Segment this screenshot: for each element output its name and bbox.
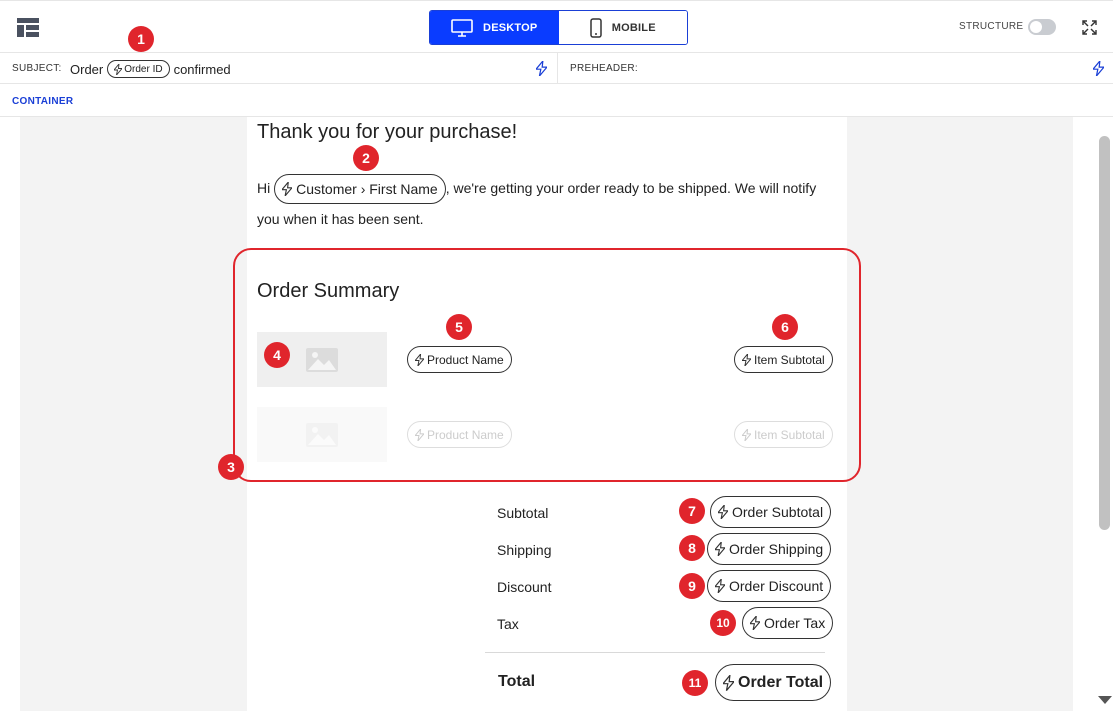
structure-label: STRUCTURE	[959, 21, 1024, 32]
customer-tag-label: Customer › First Name	[296, 181, 438, 198]
annotation-badge: 9	[679, 573, 705, 599]
discount-label: Discount	[497, 579, 552, 595]
insert-tag-bolt-icon[interactable]	[536, 61, 547, 76]
order-total-label: Order Total	[738, 673, 824, 691]
fullscreen-icon[interactable]	[1082, 20, 1097, 35]
order-total-tag[interactable]: Order Total	[715, 664, 832, 701]
order-subtotal-tag[interactable]: Order Subtotal	[710, 496, 832, 528]
total-label: Total	[498, 673, 536, 690]
annotation-badge: 5	[446, 314, 472, 340]
bolt-icon	[718, 505, 728, 519]
annotation-badge: 1	[128, 26, 154, 52]
annotation-badge: 6	[772, 314, 798, 340]
device-toggle: DESKTOP MOBILE	[429, 10, 688, 45]
monitor-icon	[451, 18, 473, 37]
totals-divider	[485, 652, 825, 653]
toggle-knob	[1030, 21, 1042, 33]
container-bar: CONTAINER	[0, 84, 1113, 117]
order-id-tag-label: Order ID	[124, 63, 163, 75]
annotation-badge: 3	[218, 454, 244, 480]
annotation-badge: 7	[679, 498, 705, 524]
email-paragraph[interactable]: Hi Customer › First Name , we're getting…	[257, 173, 837, 234]
scroll-down-arrow-icon[interactable]	[1098, 696, 1112, 704]
annotation-badge: 11	[682, 670, 708, 696]
preheader-label: PREHEADER:	[570, 63, 639, 74]
order-tax-label: Order Tax	[764, 615, 826, 631]
structure-toggle[interactable]	[1028, 19, 1056, 35]
order-discount-label: Order Discount	[729, 578, 824, 594]
subject-suffix: confirmed	[173, 61, 231, 77]
email-heading: Thank you for your purchase!	[257, 121, 518, 143]
order-shipping-tag[interactable]: Order Shipping	[707, 533, 832, 565]
annotation-badge: 2	[353, 145, 379, 171]
bolt-icon	[282, 182, 293, 197]
order-summary-highlight	[233, 248, 861, 482]
annotation-badge: 4	[264, 342, 290, 368]
order-discount-tag[interactable]: Order Discount	[707, 570, 832, 602]
scrollbar-thumb[interactable]	[1099, 136, 1110, 530]
subject-bar: SUBJECT: Order Order ID confirmed PREHEA…	[0, 53, 1113, 84]
greeting: Hi	[257, 180, 271, 196]
annotation-badge: 8	[679, 535, 705, 561]
phone-icon	[590, 17, 602, 38]
top-toolbar: DESKTOP MOBILE STRUCTURE	[0, 0, 1113, 53]
order-subtotal-label: Order Subtotal	[732, 504, 824, 520]
mobile-label: MOBILE	[611, 21, 656, 34]
mobile-button[interactable]: MOBILE	[558, 11, 687, 44]
bolt-icon	[715, 579, 725, 593]
subject-prefix: Order	[70, 61, 104, 77]
bolt-icon	[114, 63, 123, 75]
preheader-bolt-icon[interactable]	[1093, 61, 1104, 76]
subject-label: SUBJECT:	[12, 63, 62, 74]
desktop-label: DESKTOP	[483, 21, 538, 34]
subject-field[interactable]: Order Order ID confirmed	[70, 60, 231, 78]
order-id-tag[interactable]: Order ID	[107, 60, 170, 78]
subject-divider	[557, 53, 558, 84]
bolt-icon	[750, 616, 760, 630]
desktop-button[interactable]: DESKTOP	[430, 11, 559, 44]
shipping-label: Shipping	[497, 542, 552, 558]
customer-first-name-tag[interactable]: Customer › First Name	[274, 174, 446, 205]
bolt-icon	[723, 674, 734, 691]
layout-icon[interactable]	[17, 18, 39, 37]
container-breadcrumb[interactable]: CONTAINER	[12, 96, 73, 107]
annotation-badge: 10	[710, 610, 736, 636]
bolt-icon	[715, 542, 725, 556]
tax-label: Tax	[497, 616, 519, 632]
order-tax-tag[interactable]: Order Tax	[742, 607, 834, 639]
subtotal-label: Subtotal	[497, 505, 549, 521]
order-shipping-label: Order Shipping	[729, 541, 824, 557]
